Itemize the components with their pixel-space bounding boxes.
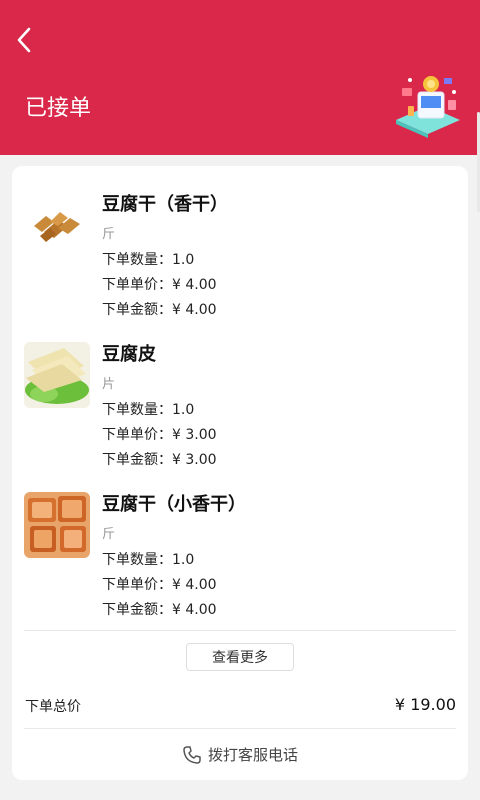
unit-price-value: ¥ 3.00 — [172, 427, 217, 443]
total-label: 下单总价 — [25, 699, 81, 715]
quantity-row: 下单数量：1.0 — [102, 249, 194, 269]
product-unit: 片 — [102, 377, 116, 392]
total-value: ¥ 19.00 — [394, 695, 456, 714]
unit-price-row: 下单单价：¥ 3.00 — [102, 424, 217, 444]
phone-icon — [183, 745, 201, 764]
unit-price-value: ¥ 4.00 — [172, 277, 217, 293]
back-button[interactable] — [10, 24, 38, 56]
quantity-value: 1.0 — [172, 552, 195, 568]
product-item[interactable]: 豆腐干（小香干） 斤 下单数量：1.0 下单单价：¥ 4.00 下单金额：¥ 4… — [12, 466, 468, 618]
product-name: 豆腐干（香干） — [102, 194, 228, 215]
product-unit: 斤 — [102, 227, 116, 242]
amount-row: 下单金额：¥ 4.00 — [102, 599, 217, 619]
shopping-illustration-icon — [396, 76, 460, 138]
quantity-row: 下单数量：1.0 — [102, 549, 194, 569]
product-name: 豆腐干（小香干） — [102, 494, 246, 515]
product-image — [24, 342, 90, 408]
unit-price-label: 下单单价： — [102, 277, 172, 293]
chevron-left-icon — [17, 27, 31, 53]
quantity-label: 下单数量： — [102, 252, 172, 268]
unit-price-label: 下单单价： — [102, 577, 172, 593]
product-unit: 斤 — [102, 527, 116, 542]
call-service-label: 拨打客服电话 — [207, 746, 298, 764]
quantity-value: 1.0 — [172, 252, 195, 268]
quantity-value: 1.0 — [172, 402, 195, 418]
page-title: 已接单 — [25, 96, 92, 121]
quantity-label: 下单数量： — [102, 552, 172, 568]
view-more-button[interactable]: 查看更多 — [186, 643, 294, 671]
divider — [24, 728, 456, 729]
product-name: 豆腐皮 — [102, 344, 156, 365]
unit-price-row: 下单单价：¥ 4.00 — [102, 274, 217, 294]
product-image — [24, 492, 90, 558]
divider — [24, 630, 456, 631]
unit-price-row: 下单单价：¥ 4.00 — [102, 574, 217, 594]
unit-price-value: ¥ 4.00 — [172, 577, 217, 593]
amount-value: ¥ 4.00 — [172, 602, 217, 618]
quantity-label: 下单数量： — [102, 402, 172, 418]
order-card: 豆腐干（香干） 斤 下单数量：1.0 下单单价：¥ 4.00 下单金额：¥ 4.… — [12, 166, 468, 780]
call-service-button[interactable]: 拨打客服电话 — [12, 744, 468, 765]
header-bar: 已接单 — [0, 0, 480, 155]
product-image — [24, 192, 90, 258]
product-item[interactable]: 豆腐皮 片 下单数量：1.0 下单单价：¥ 3.00 下单金额：¥ 3.00 — [12, 316, 468, 468]
unit-price-label: 下单单价： — [102, 427, 172, 443]
product-item[interactable]: 豆腐干（香干） 斤 下单数量：1.0 下单单价：¥ 4.00 下单金额：¥ 4.… — [12, 166, 468, 318]
amount-label: 下单金额： — [102, 602, 172, 618]
quantity-row: 下单数量：1.0 — [102, 399, 194, 419]
